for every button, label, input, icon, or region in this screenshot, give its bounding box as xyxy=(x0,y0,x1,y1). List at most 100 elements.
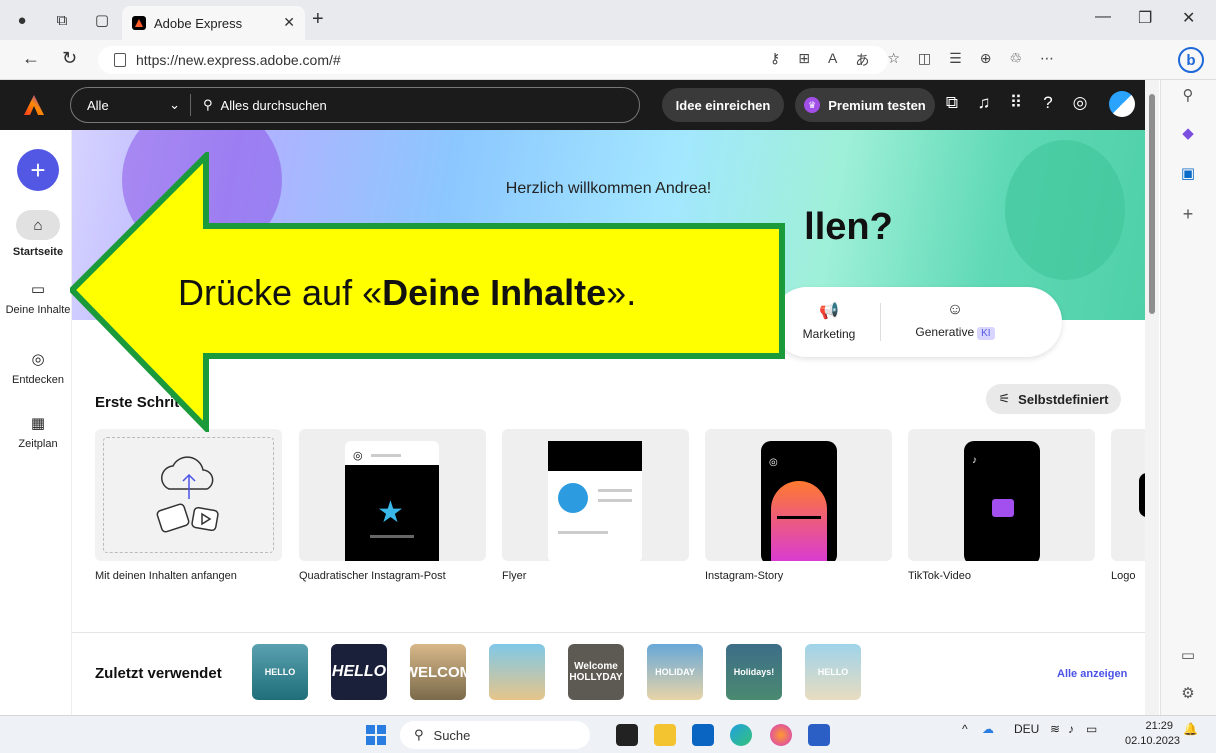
windows-start-icon[interactable] xyxy=(366,725,386,745)
nav-item-label: Startseite xyxy=(12,246,64,258)
edge-icon[interactable] xyxy=(730,724,752,746)
close-tab-icon[interactable]: ✕ xyxy=(283,14,295,31)
story-preview: ◎ xyxy=(761,441,837,561)
extensions-icon[interactable]: ♲ xyxy=(1009,50,1022,70)
new-tab-icon[interactable]: + xyxy=(312,8,324,31)
nav-item-deine-inhalte[interactable]: ▭ Deine Inhalte xyxy=(0,280,76,316)
notification-bell-icon[interactable]: 🔔 xyxy=(1183,722,1198,736)
callout-text-prefix: Drücke auf « xyxy=(178,272,383,313)
card-logo[interactable] xyxy=(1111,429,1145,561)
avatar[interactable] xyxy=(1109,91,1135,117)
battery-icon[interactable]: ▭ xyxy=(1086,722,1097,736)
settings-icon[interactable]: ⚙ xyxy=(1175,684,1201,702)
add-icon[interactable]: + xyxy=(1175,204,1201,225)
thumb-text: HELLO xyxy=(817,667,849,677)
apps-icon[interactable]: ⊞ xyxy=(798,50,810,70)
word-icon[interactable] xyxy=(808,724,830,746)
search-input[interactable]: Alles durchsuchen xyxy=(221,98,327,113)
terminal-icon[interactable] xyxy=(616,724,638,746)
card-upload[interactable] xyxy=(95,429,282,561)
flyer-header xyxy=(548,441,642,471)
search-scope-select[interactable]: Alle ⌄ xyxy=(71,94,191,116)
clock[interactable]: 21:29 02.10.2023 xyxy=(1125,719,1180,749)
close-window-icon[interactable]: ✕ xyxy=(1182,8,1195,28)
post-preview: ◎ ★ xyxy=(345,441,439,561)
restore-icon[interactable]: ❐ xyxy=(1138,8,1152,28)
show-all-link[interactable]: Alle anzeigen xyxy=(1057,668,1127,680)
translate-icon[interactable]: あ xyxy=(855,50,869,70)
thumb-text: WELCOM xyxy=(410,663,466,681)
more-icon[interactable]: ⋯ xyxy=(1040,50,1054,70)
sidebar-toggle-icon[interactable]: ▭ xyxy=(1175,646,1201,664)
clock-time: 21:29 xyxy=(1145,720,1173,732)
recent-thumb[interactable]: HELLO xyxy=(331,644,387,700)
tray-chevron-icon[interactable]: ^ xyxy=(962,722,968,736)
custom-size-label: Selbstdefiniert xyxy=(1018,391,1109,407)
search-icon: ⚲ xyxy=(414,727,424,742)
custom-size-button[interactable]: ⚟ Selbstdefiniert xyxy=(986,384,1121,414)
post-image: ★ xyxy=(345,465,439,561)
file-explorer-icon[interactable] xyxy=(654,724,676,746)
taskbar-search[interactable]: ⚲ Suche xyxy=(400,721,590,749)
page-scrollbar[interactable] xyxy=(1145,80,1159,715)
tiktok-icon: ♪ xyxy=(972,455,977,466)
volume-icon[interactable]: ♪ xyxy=(1068,722,1074,736)
scrollbar-thumb[interactable] xyxy=(1149,94,1155,314)
help-icon[interactable]: ? xyxy=(1036,93,1060,113)
nav-item-zeitplan[interactable]: ▦ Zeitplan xyxy=(0,414,76,450)
home-icon: ⌂ xyxy=(16,210,60,240)
recent-thumb[interactable]: HELLO xyxy=(252,644,308,700)
key-icon[interactable]: ⚷ xyxy=(770,50,780,70)
nav-item-entdecken[interactable]: ◎ Entdecken xyxy=(0,350,76,386)
premium-button[interactable]: ♛ Premium testen xyxy=(795,88,935,122)
taskbar-search-label: Suche xyxy=(433,727,471,743)
outlook-icon[interactable]: ▣ xyxy=(1175,164,1201,182)
search-bar[interactable]: Alle ⌄ ⚲ Alles durchsuchen xyxy=(70,87,640,123)
recent-thumb[interactable]: Welcome HOLLYDAY xyxy=(568,644,624,700)
language-indicator[interactable]: DEU xyxy=(1014,722,1039,736)
submit-idea-button[interactable]: Idee einreichen xyxy=(662,88,784,122)
collections-icon[interactable]: ⊕ xyxy=(980,50,992,70)
back-icon[interactable]: ← xyxy=(22,48,40,69)
recent-thumb[interactable]: HOLIDAY xyxy=(647,644,703,700)
minimize-icon[interactable]: — xyxy=(1095,8,1111,26)
adobe-express-logo-icon[interactable] xyxy=(22,93,46,117)
apps-grid-icon[interactable]: ⠿ xyxy=(1004,93,1028,113)
wifi-icon[interactable]: ≋ xyxy=(1050,722,1060,736)
create-button[interactable]: + xyxy=(17,149,59,191)
browser-tab[interactable]: Adobe Express ✕ xyxy=(122,6,305,40)
favorites-icon[interactable]: ☰ xyxy=(949,50,962,70)
category-generative[interactable]: ☺ Generative KI xyxy=(900,301,1010,340)
outlook-icon[interactable] xyxy=(692,724,714,746)
copilot-icon[interactable]: ◆ xyxy=(1175,124,1201,142)
card-label: Flyer xyxy=(502,570,527,582)
workspaces-icon[interactable]: ⧉ xyxy=(52,10,72,30)
bing-copilot-icon[interactable]: b xyxy=(1178,47,1204,73)
card-instagram-story[interactable]: ◎ xyxy=(705,429,892,561)
profile-icon[interactable]: ● xyxy=(12,10,32,30)
app-header: Alle ⌄ ⚲ Alles durchsuchen Idee einreich… xyxy=(0,80,1145,130)
nav-item-startseite[interactable]: ⌂ Startseite xyxy=(0,210,76,258)
refresh-icon[interactable]: ↻ xyxy=(62,48,77,69)
feedback-icon[interactable]: ⧉ xyxy=(940,93,964,113)
card-flyer[interactable] xyxy=(502,429,689,561)
card-instagram-post[interactable]: ◎ ★ xyxy=(299,429,486,561)
read-aloud-icon[interactable]: A xyxy=(828,50,837,70)
nav-item-label: Entdecken xyxy=(12,374,64,386)
recent-thumb[interactable]: Holidays! xyxy=(726,644,782,700)
recent-thumb[interactable]: WELCOM xyxy=(410,644,466,700)
search-icon[interactable]: ⚲ xyxy=(1175,86,1201,104)
tab-actions-icon[interactable]: ▢ xyxy=(92,10,112,30)
firefox-icon[interactable] xyxy=(770,724,792,746)
card-tiktok-video[interactable]: ♪ xyxy=(908,429,1095,561)
sparkle-face-icon: ☺ xyxy=(946,301,964,318)
favorite-star-icon[interactable]: ☆ xyxy=(887,50,900,70)
recent-thumb[interactable] xyxy=(489,644,545,700)
bell-icon[interactable]: ♫ xyxy=(972,93,996,113)
windows-taskbar: ⚲ Suche ^ ☁ DEU ≋ ♪ ▭ 21:29 02.10.2023 🔔 xyxy=(0,715,1216,753)
onedrive-icon[interactable]: ☁ xyxy=(982,722,994,736)
creative-cloud-icon[interactable]: ◎ xyxy=(1068,93,1092,113)
instagram-icon: ◎ xyxy=(353,450,363,462)
split-screen-icon[interactable]: ◫ xyxy=(918,50,931,70)
recent-thumb[interactable]: HELLO xyxy=(805,644,861,700)
